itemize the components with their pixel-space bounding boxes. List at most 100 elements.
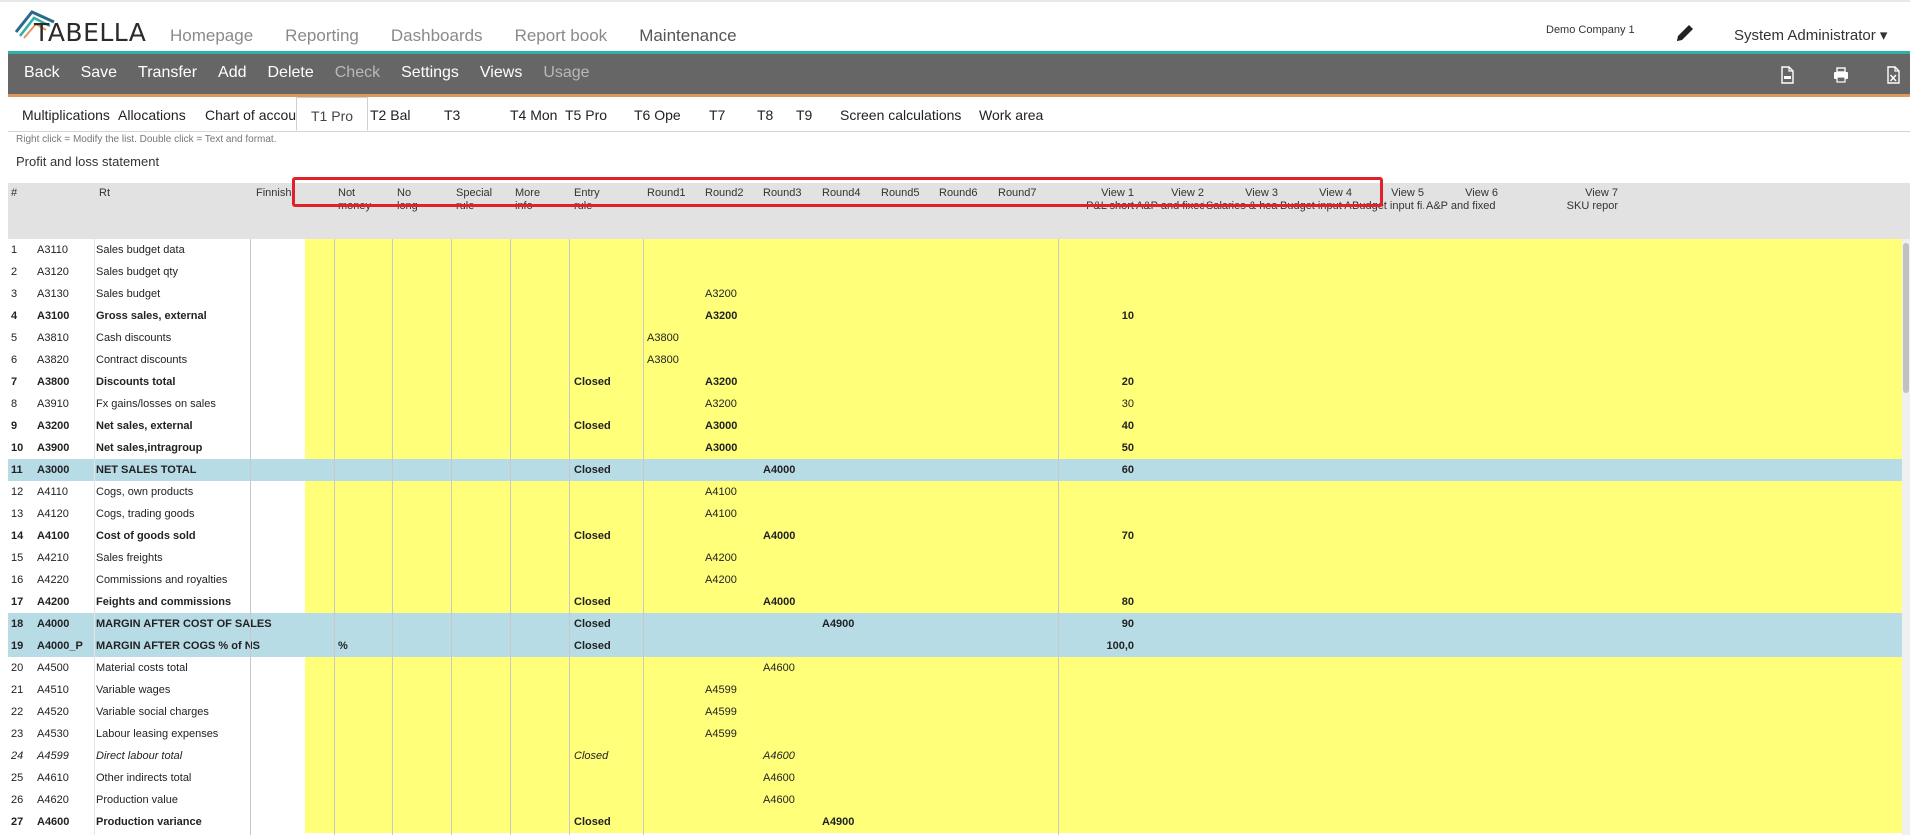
- cell-code[interactable]: A3120: [37, 266, 69, 278]
- cell-name[interactable]: Material costs total: [96, 662, 188, 674]
- tab-screen-calculations[interactable]: Screen calculations: [826, 97, 975, 131]
- transfer-button[interactable]: Transfer: [138, 64, 197, 82]
- nav-item-maintenance[interactable]: Maintenance: [639, 26, 736, 46]
- cell-v1[interactable]: 20: [1058, 376, 1134, 388]
- cell-name[interactable]: Net sales,intragroup: [96, 442, 202, 454]
- cell-num[interactable]: 10: [11, 442, 23, 454]
- cell-num[interactable]: 22: [11, 706, 23, 718]
- tab-t9[interactable]: T9: [782, 97, 826, 131]
- table-row[interactable]: 3 A3130 Sales budget A3200: [8, 283, 1904, 305]
- cell-code[interactable]: A3110: [37, 244, 68, 256]
- column-header-more[interactable]: More info: [515, 187, 570, 213]
- cell-name[interactable]: Discounts total: [96, 376, 175, 388]
- cell-v1[interactable]: 100,0: [1058, 640, 1134, 652]
- cell-name[interactable]: Sales budget data: [96, 244, 185, 256]
- column-header-v3[interactable]: View 3Salaries & hea...: [1206, 187, 1278, 213]
- cell-num[interactable]: 6: [11, 354, 17, 366]
- cell-name[interactable]: Labour leasing expenses: [96, 728, 218, 740]
- table-row[interactable]: 23 A4530 Labour leasing expenses A4599: [8, 723, 1904, 745]
- table-row[interactable]: 15 A4210 Sales freights A4200: [8, 547, 1904, 569]
- cell-code[interactable]: A3100: [37, 310, 69, 322]
- cell-name[interactable]: Cash discounts: [96, 332, 171, 344]
- cell-num[interactable]: 27: [11, 816, 23, 828]
- tab-t8[interactable]: T8: [743, 97, 787, 131]
- cell-code[interactable]: A3200: [37, 420, 69, 432]
- tab-work-area[interactable]: Work area: [965, 97, 1057, 131]
- vertical-scrollbar[interactable]: [1902, 239, 1910, 835]
- cell-num[interactable]: 2: [11, 266, 17, 278]
- column-header-v7[interactable]: View 7 SKU repor: [1518, 187, 1618, 213]
- cell-r3[interactable]: A4600: [763, 772, 795, 784]
- tab-allocations[interactable]: Allocations: [104, 97, 200, 131]
- cell-code[interactable]: A4210: [37, 552, 69, 564]
- cell-notmoney[interactable]: %: [338, 640, 348, 652]
- cell-num[interactable]: 1: [11, 244, 17, 256]
- cell-name[interactable]: MARGIN AFTER COGS % of NS: [96, 640, 260, 652]
- usage-button[interactable]: Usage: [543, 64, 589, 82]
- cell-r2[interactable]: A4599: [705, 706, 737, 718]
- table-row[interactable]: 16 A4220 Commissions and royalties A4200: [8, 569, 1904, 591]
- cell-num[interactable]: 5: [11, 332, 17, 344]
- cell-code[interactable]: A4100: [37, 530, 69, 542]
- cell-r3[interactable]: A4000: [763, 464, 795, 476]
- cell-code[interactable]: A4520: [37, 706, 69, 718]
- cell-num[interactable]: 16: [11, 574, 23, 586]
- nav-item-dashboards[interactable]: Dashboards: [391, 26, 483, 46]
- cell-entry[interactable]: Closed: [574, 464, 611, 476]
- cell-name[interactable]: NET SALES TOTAL: [96, 464, 196, 476]
- column-header-v6[interactable]: View 6A&P and fixed ...: [1426, 187, 1498, 213]
- column-header-r1[interactable]: Round1: [647, 187, 702, 200]
- scrollbar-thumb[interactable]: [1903, 243, 1909, 393]
- cell-entry[interactable]: Closed: [574, 420, 611, 432]
- cell-entry[interactable]: Closed: [574, 816, 611, 828]
- cell-name[interactable]: Sales budget: [96, 288, 160, 300]
- cell-entry[interactable]: Closed: [574, 640, 611, 652]
- cell-code[interactable]: A3810: [37, 332, 69, 344]
- add-button[interactable]: Add: [218, 64, 246, 82]
- cell-num[interactable]: 12: [11, 486, 23, 498]
- table-row[interactable]: 25 A4610 Other indirects total A4600: [8, 767, 1904, 789]
- cell-v1[interactable]: 90: [1058, 618, 1134, 630]
- cell-code[interactable]: A4599: [37, 750, 69, 762]
- column-header-special[interactable]: Special rule: [456, 187, 511, 213]
- tab-t6-ope[interactable]: T6 Ope: [620, 97, 695, 131]
- delete-button[interactable]: Delete: [268, 64, 314, 82]
- cell-name[interactable]: Variable wages: [96, 684, 170, 696]
- cell-num[interactable]: 26: [11, 794, 23, 806]
- cell-r2[interactable]: A3200: [705, 288, 737, 300]
- nav-item-reporting[interactable]: Reporting: [285, 26, 359, 46]
- tab-t5-pro[interactable]: T5 Pro: [551, 97, 621, 131]
- table-row[interactable]: 27 A4600 Production variance Closed A4900: [8, 811, 1904, 833]
- cell-code[interactable]: A4110: [37, 486, 68, 498]
- cell-name[interactable]: Feights and commissions: [96, 596, 231, 608]
- cell-num[interactable]: 15: [11, 552, 23, 564]
- cell-r1[interactable]: A3800: [647, 332, 679, 344]
- tab-t7[interactable]: T7: [695, 97, 739, 131]
- cell-r2[interactable]: A3200: [705, 376, 737, 388]
- cell-code[interactable]: A4000: [37, 618, 69, 630]
- cell-r2[interactable]: A4599: [705, 728, 737, 740]
- column-header-v2[interactable]: View 2A&P and fixed ...: [1136, 187, 1204, 213]
- tab-t3[interactable]: T3: [430, 97, 474, 131]
- table-row[interactable]: 11 A3000 NET SALES TOTAL Closed A4000 60: [8, 459, 1904, 481]
- cell-code[interactable]: A3900: [37, 442, 69, 454]
- column-header-r4[interactable]: Round4: [822, 187, 877, 200]
- cell-code[interactable]: A4500: [37, 662, 69, 674]
- cell-entry[interactable]: Closed: [574, 376, 611, 388]
- cell-code[interactable]: A3910: [37, 398, 69, 410]
- cell-name[interactable]: Cost of goods sold: [96, 530, 196, 542]
- excel-export-icon[interactable]: [1884, 66, 1902, 84]
- column-header-r2[interactable]: Round2: [705, 187, 760, 200]
- cell-name[interactable]: Production value: [96, 794, 178, 806]
- cell-code[interactable]: A4610: [37, 772, 69, 784]
- cell-v1[interactable]: 70: [1058, 530, 1134, 542]
- cell-num[interactable]: 8: [11, 398, 17, 410]
- cell-v1[interactable]: 10: [1058, 310, 1134, 322]
- views-button[interactable]: Views: [480, 64, 522, 82]
- table-row[interactable]: 9 A3200 Net sales, external Closed A3000 40: [8, 415, 1904, 437]
- cell-name[interactable]: Gross sales, external: [96, 310, 207, 322]
- cell-num[interactable]: 7: [11, 376, 17, 388]
- cell-v1[interactable]: 60: [1058, 464, 1134, 476]
- column-header-nolong[interactable]: No long: [397, 187, 452, 213]
- cell-entry[interactable]: Closed: [574, 596, 611, 608]
